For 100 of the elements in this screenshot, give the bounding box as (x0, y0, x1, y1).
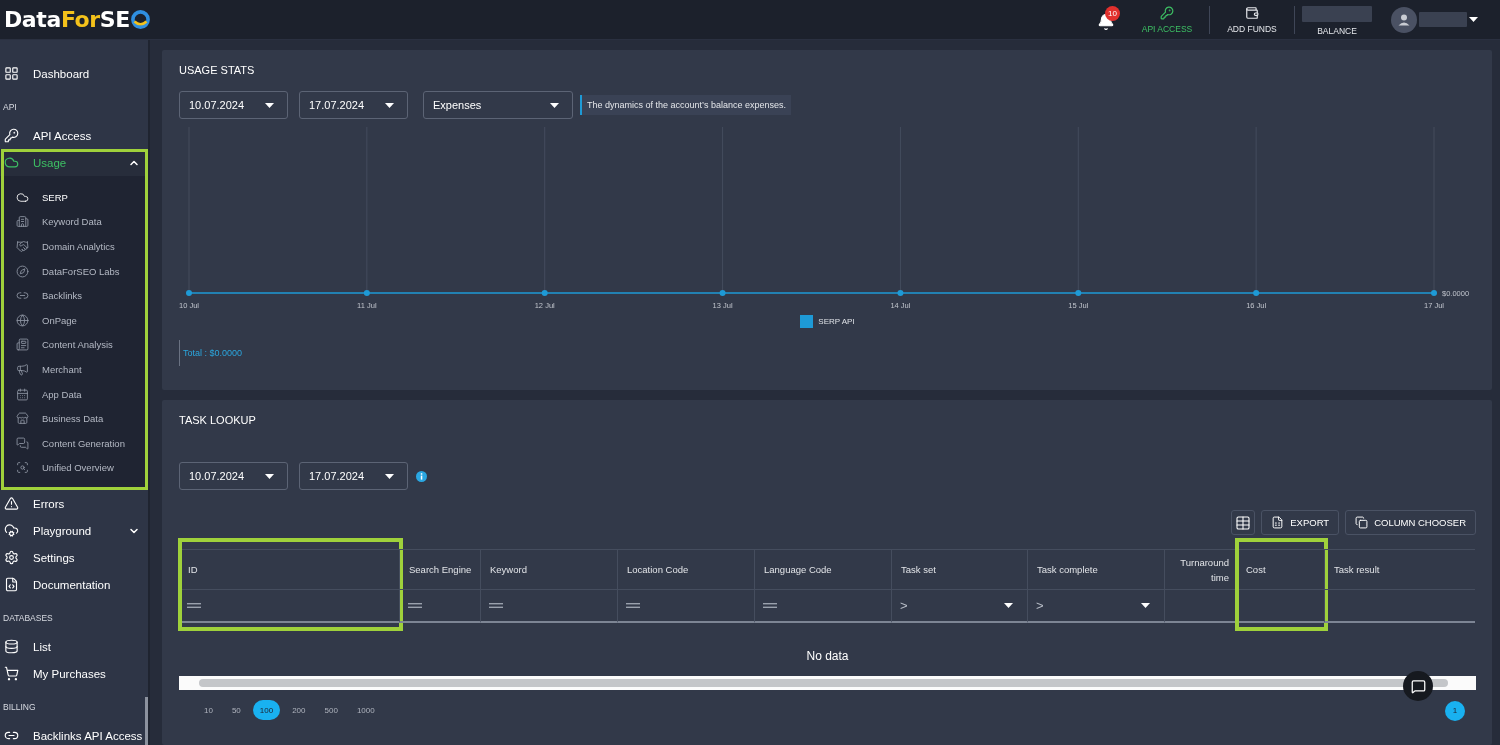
compass-icon (16, 264, 29, 278)
submenu-item[interactable]: OnPage (0, 307, 148, 333)
data-point (1253, 290, 1260, 296)
data-point (1075, 290, 1082, 296)
grid-button[interactable] (1231, 510, 1256, 535)
column-header[interactable]: Cost (1236, 549, 1324, 589)
header-nav-item[interactable]: BALANCE (1301, 0, 1373, 40)
hint-note: The dynamics of the account’s balance expenses. (580, 95, 791, 115)
avatar-icon (1391, 6, 1417, 33)
date-dropdown[interactable]: 10.07.2024 (179, 462, 288, 490)
column-header[interactable]: Search Engine (399, 549, 480, 589)
column-header[interactable]: Keyword (480, 549, 617, 589)
redacted-block (1419, 12, 1467, 27)
settings-icon (4, 550, 19, 566)
filter-dropdown[interactable]: > (1034, 592, 1158, 619)
caret-icon (385, 102, 394, 108)
sidebar-item[interactable]: Errors (0, 490, 148, 518)
column-header[interactable]: Turnaround time (1164, 549, 1236, 589)
calendar-icon (16, 387, 29, 401)
data-point (541, 290, 548, 296)
newspaper-icon (16, 338, 29, 352)
page-size-option[interactable]: 1000 (349, 700, 382, 720)
type-dropdown[interactable]: Expenses (423, 91, 573, 119)
column-header[interactable]: Task complete (1027, 549, 1164, 589)
building-icon (16, 215, 29, 229)
equals-icon (489, 603, 503, 608)
total-amount: Total : $0.0000 (179, 340, 243, 366)
sidebar-item[interactable]: My Purchases (0, 660, 148, 688)
database-icon (4, 639, 19, 655)
data-point (363, 290, 370, 296)
warning-icon (4, 496, 19, 512)
section-heading: DATABASES (2, 612, 54, 626)
page-size-option[interactable]: 50 (224, 700, 248, 720)
date-dropdown[interactable]: 17.07.2024 (299, 91, 408, 119)
magnifier-icon (16, 461, 29, 475)
page-size-option[interactable]: 100 (252, 700, 281, 720)
data-point (186, 290, 192, 296)
submenu-item[interactable]: Content Generation (0, 430, 148, 456)
globe-icon (16, 313, 29, 327)
scrollbar-thumb[interactable] (199, 679, 1448, 687)
key-icon (1160, 5, 1174, 20)
date-dropdown[interactable]: 10.07.2024 (179, 91, 288, 119)
toolbar-button[interactable]: EXPORT (1261, 510, 1340, 535)
logo-text: DataForSE (4, 7, 130, 32)
column-header[interactable]: Task set (891, 549, 1027, 589)
spreadsheet-file-icon (1271, 516, 1285, 529)
empty-message: No data (805, 649, 850, 663)
column-header[interactable]: Location Code (617, 549, 754, 589)
header-nav-item[interactable]: API ACCESS (1131, 0, 1203, 40)
submenu-item[interactable]: Business Data (0, 406, 148, 431)
sidebar-item[interactable]: Dashboard (0, 60, 148, 87)
column-header[interactable]: Task result (1324, 549, 1475, 589)
sidebar-item[interactable]: API Access (0, 122, 148, 149)
chat-icon (1410, 678, 1426, 694)
submenu-item[interactable]: Content Analysis (0, 332, 148, 358)
header-nav-item[interactable]: ADD FUNDS (1216, 0, 1288, 40)
sidebar-item[interactable]: List (0, 633, 148, 661)
redacted-block (1302, 5, 1372, 22)
sidebar-item[interactable]: Documentation (0, 571, 148, 599)
chat-icon (16, 436, 29, 450)
submenu-item[interactable]: Keyword Data (0, 209, 148, 235)
sidebar-item[interactable]: Settings (0, 544, 148, 572)
page-button[interactable]: 1 (1445, 700, 1465, 721)
cloud-gear-icon (4, 523, 19, 539)
cart-icon (4, 666, 19, 682)
copy-icon (1355, 516, 1369, 529)
column-header[interactable]: ID (179, 549, 399, 589)
logo-ring-icon (130, 10, 150, 29)
filter-dropdown[interactable]: > (898, 592, 1021, 619)
user-menu-button[interactable] (1391, 6, 1478, 33)
notifications-button[interactable]: 10 (1095, 6, 1120, 33)
submenu-item[interactable]: SERP (0, 185, 148, 210)
equals-icon (187, 603, 201, 608)
submenu-item[interactable]: Domain Analytics (0, 234, 148, 259)
submenu-item[interactable]: DataForSEO Labs (0, 258, 148, 284)
panel-title: TASK LOOKUP (179, 414, 257, 427)
toolbar-button[interactable]: COLUMN CHOOSER (1345, 510, 1476, 535)
submenu-item[interactable]: App Data (0, 381, 148, 407)
notification-badge: 10 (1105, 6, 1120, 21)
scrollbar-thumb[interactable] (145, 697, 148, 745)
cloud-icon (4, 155, 19, 170)
section-heading: BILLING (2, 701, 37, 715)
sidebar-item[interactable]: Backlinks API Access (0, 722, 148, 745)
submenu-item[interactable]: Merchant (0, 357, 148, 382)
info-icon[interactable] (416, 470, 427, 482)
data-point (897, 290, 904, 296)
page-size-option[interactable]: 500 (317, 700, 345, 720)
page-size-option[interactable]: 10 (197, 700, 220, 720)
legend-label: SERP API (818, 316, 855, 326)
caret-icon (265, 102, 274, 108)
section-heading: API (2, 101, 18, 114)
table-icon (1235, 514, 1252, 531)
date-dropdown[interactable]: 17.07.2024 (299, 462, 408, 490)
submenu-item[interactable]: Backlinks (0, 283, 148, 308)
caret-icon (1004, 603, 1013, 608)
scrollbar-track[interactable] (179, 676, 1476, 690)
submenu-item[interactable]: Unified Overview (0, 455, 148, 481)
column-header[interactable]: Language Code (754, 549, 891, 589)
page-size-option[interactable]: 200 (285, 700, 313, 720)
sidebar-item[interactable]: Playground (0, 517, 148, 545)
